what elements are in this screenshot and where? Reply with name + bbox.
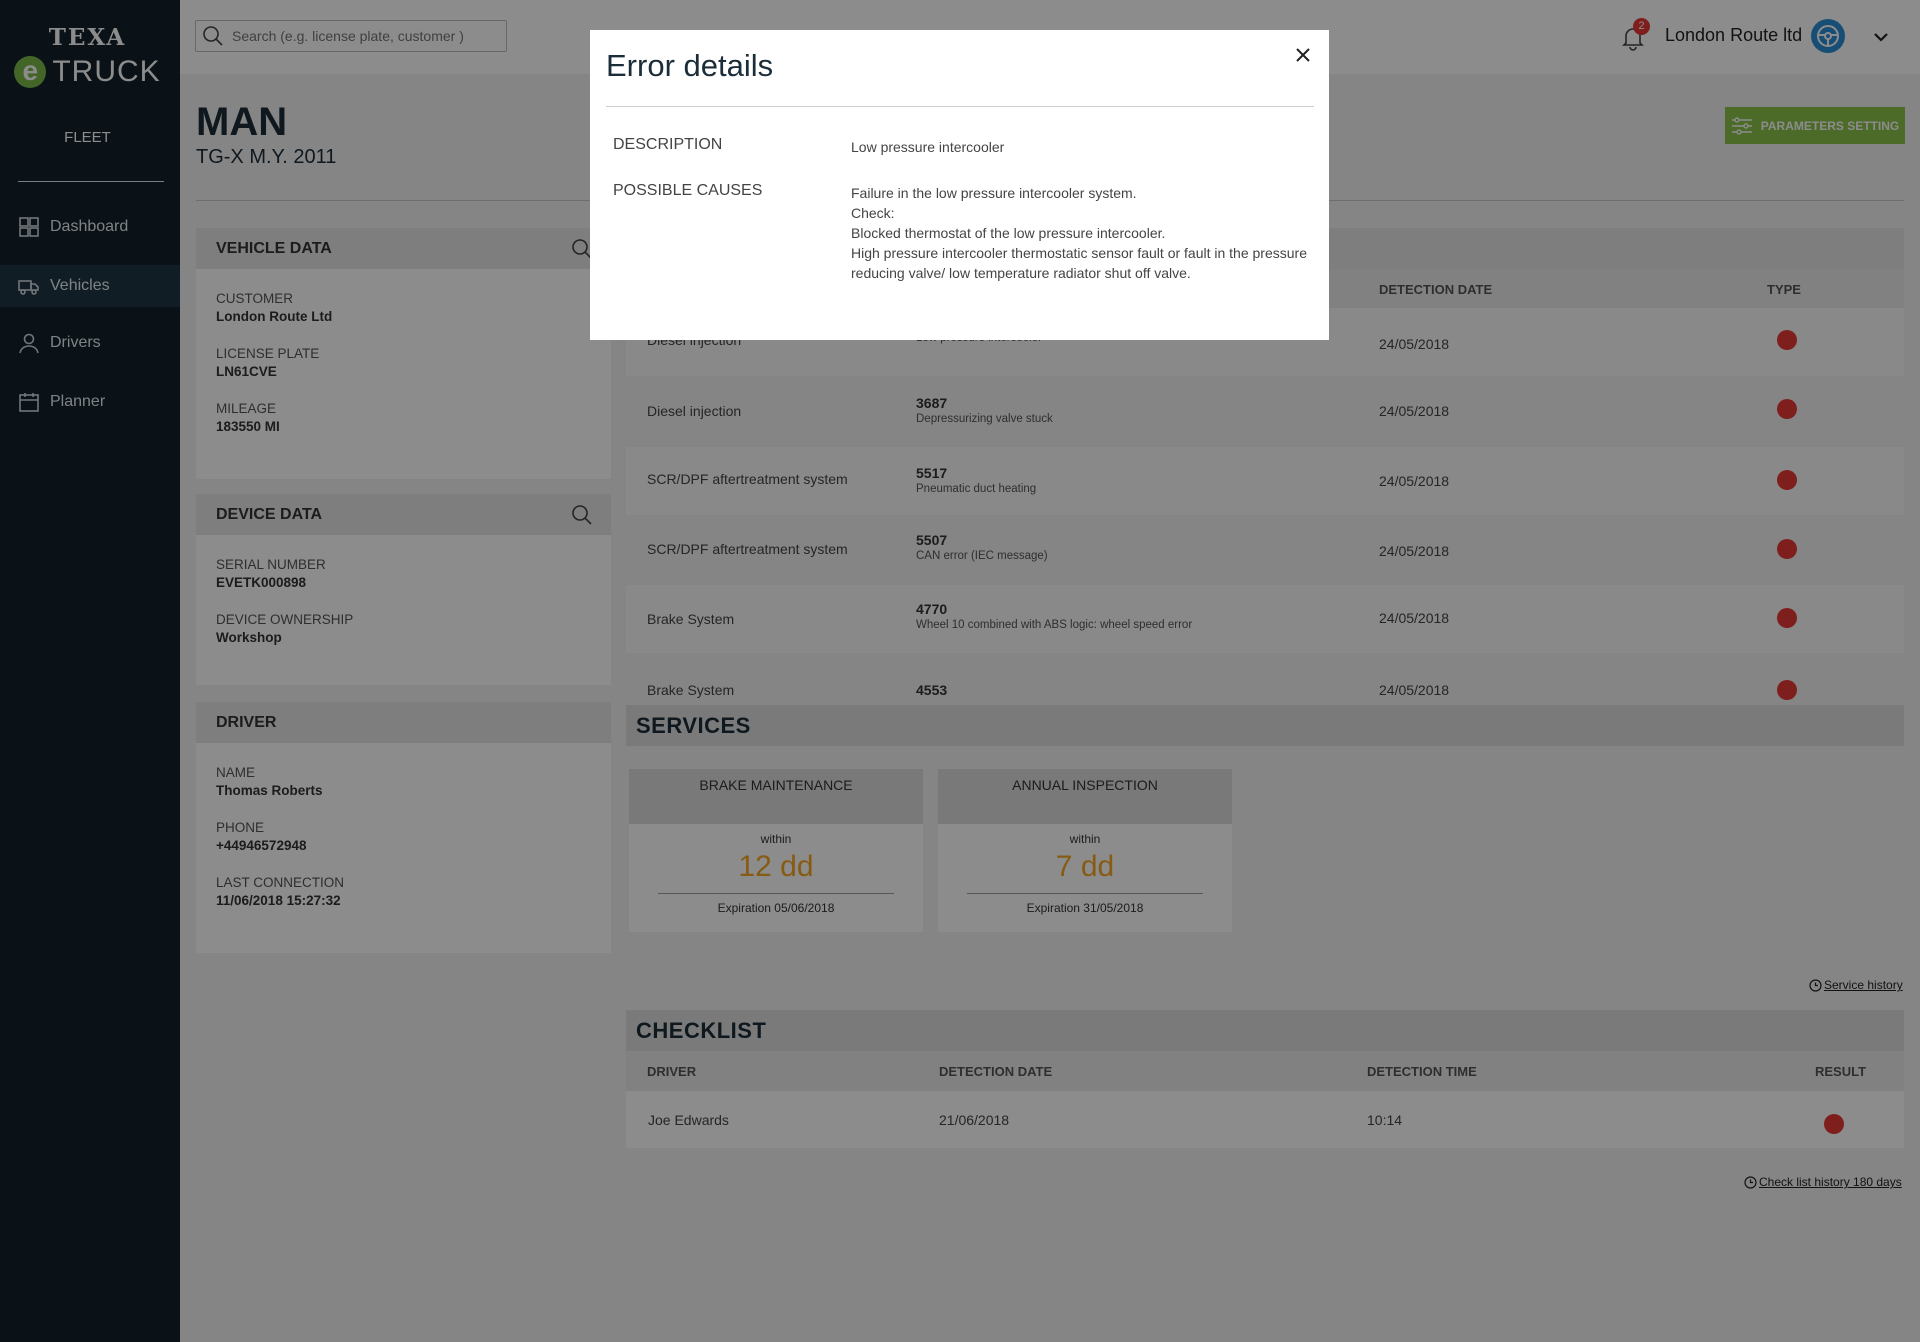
cause-line: Failure in the low pressure intercooler …: [851, 185, 1137, 201]
possible-causes-label: POSSIBLE CAUSES: [613, 182, 763, 199]
cause-line: Check:: [851, 205, 895, 221]
error-details-modal: Error details DESCRIPTION Low pressure i…: [590, 30, 1329, 340]
description-value: Low pressure intercooler: [851, 139, 1005, 155]
cause-line: Blocked thermostat of the low pressure i…: [851, 225, 1166, 241]
cause-line: reducing valve/ low temperature radiator…: [851, 265, 1191, 281]
modal-title: Error details: [606, 48, 774, 83]
description-label: DESCRIPTION: [613, 136, 723, 153]
close-icon[interactable]: [1292, 44, 1314, 66]
cause-line: High pressure intercooler thermostatic s…: [851, 245, 1307, 261]
possible-causes-value: Failure in the low pressure intercooler …: [851, 183, 1307, 283]
modal-divider: [606, 106, 1314, 107]
